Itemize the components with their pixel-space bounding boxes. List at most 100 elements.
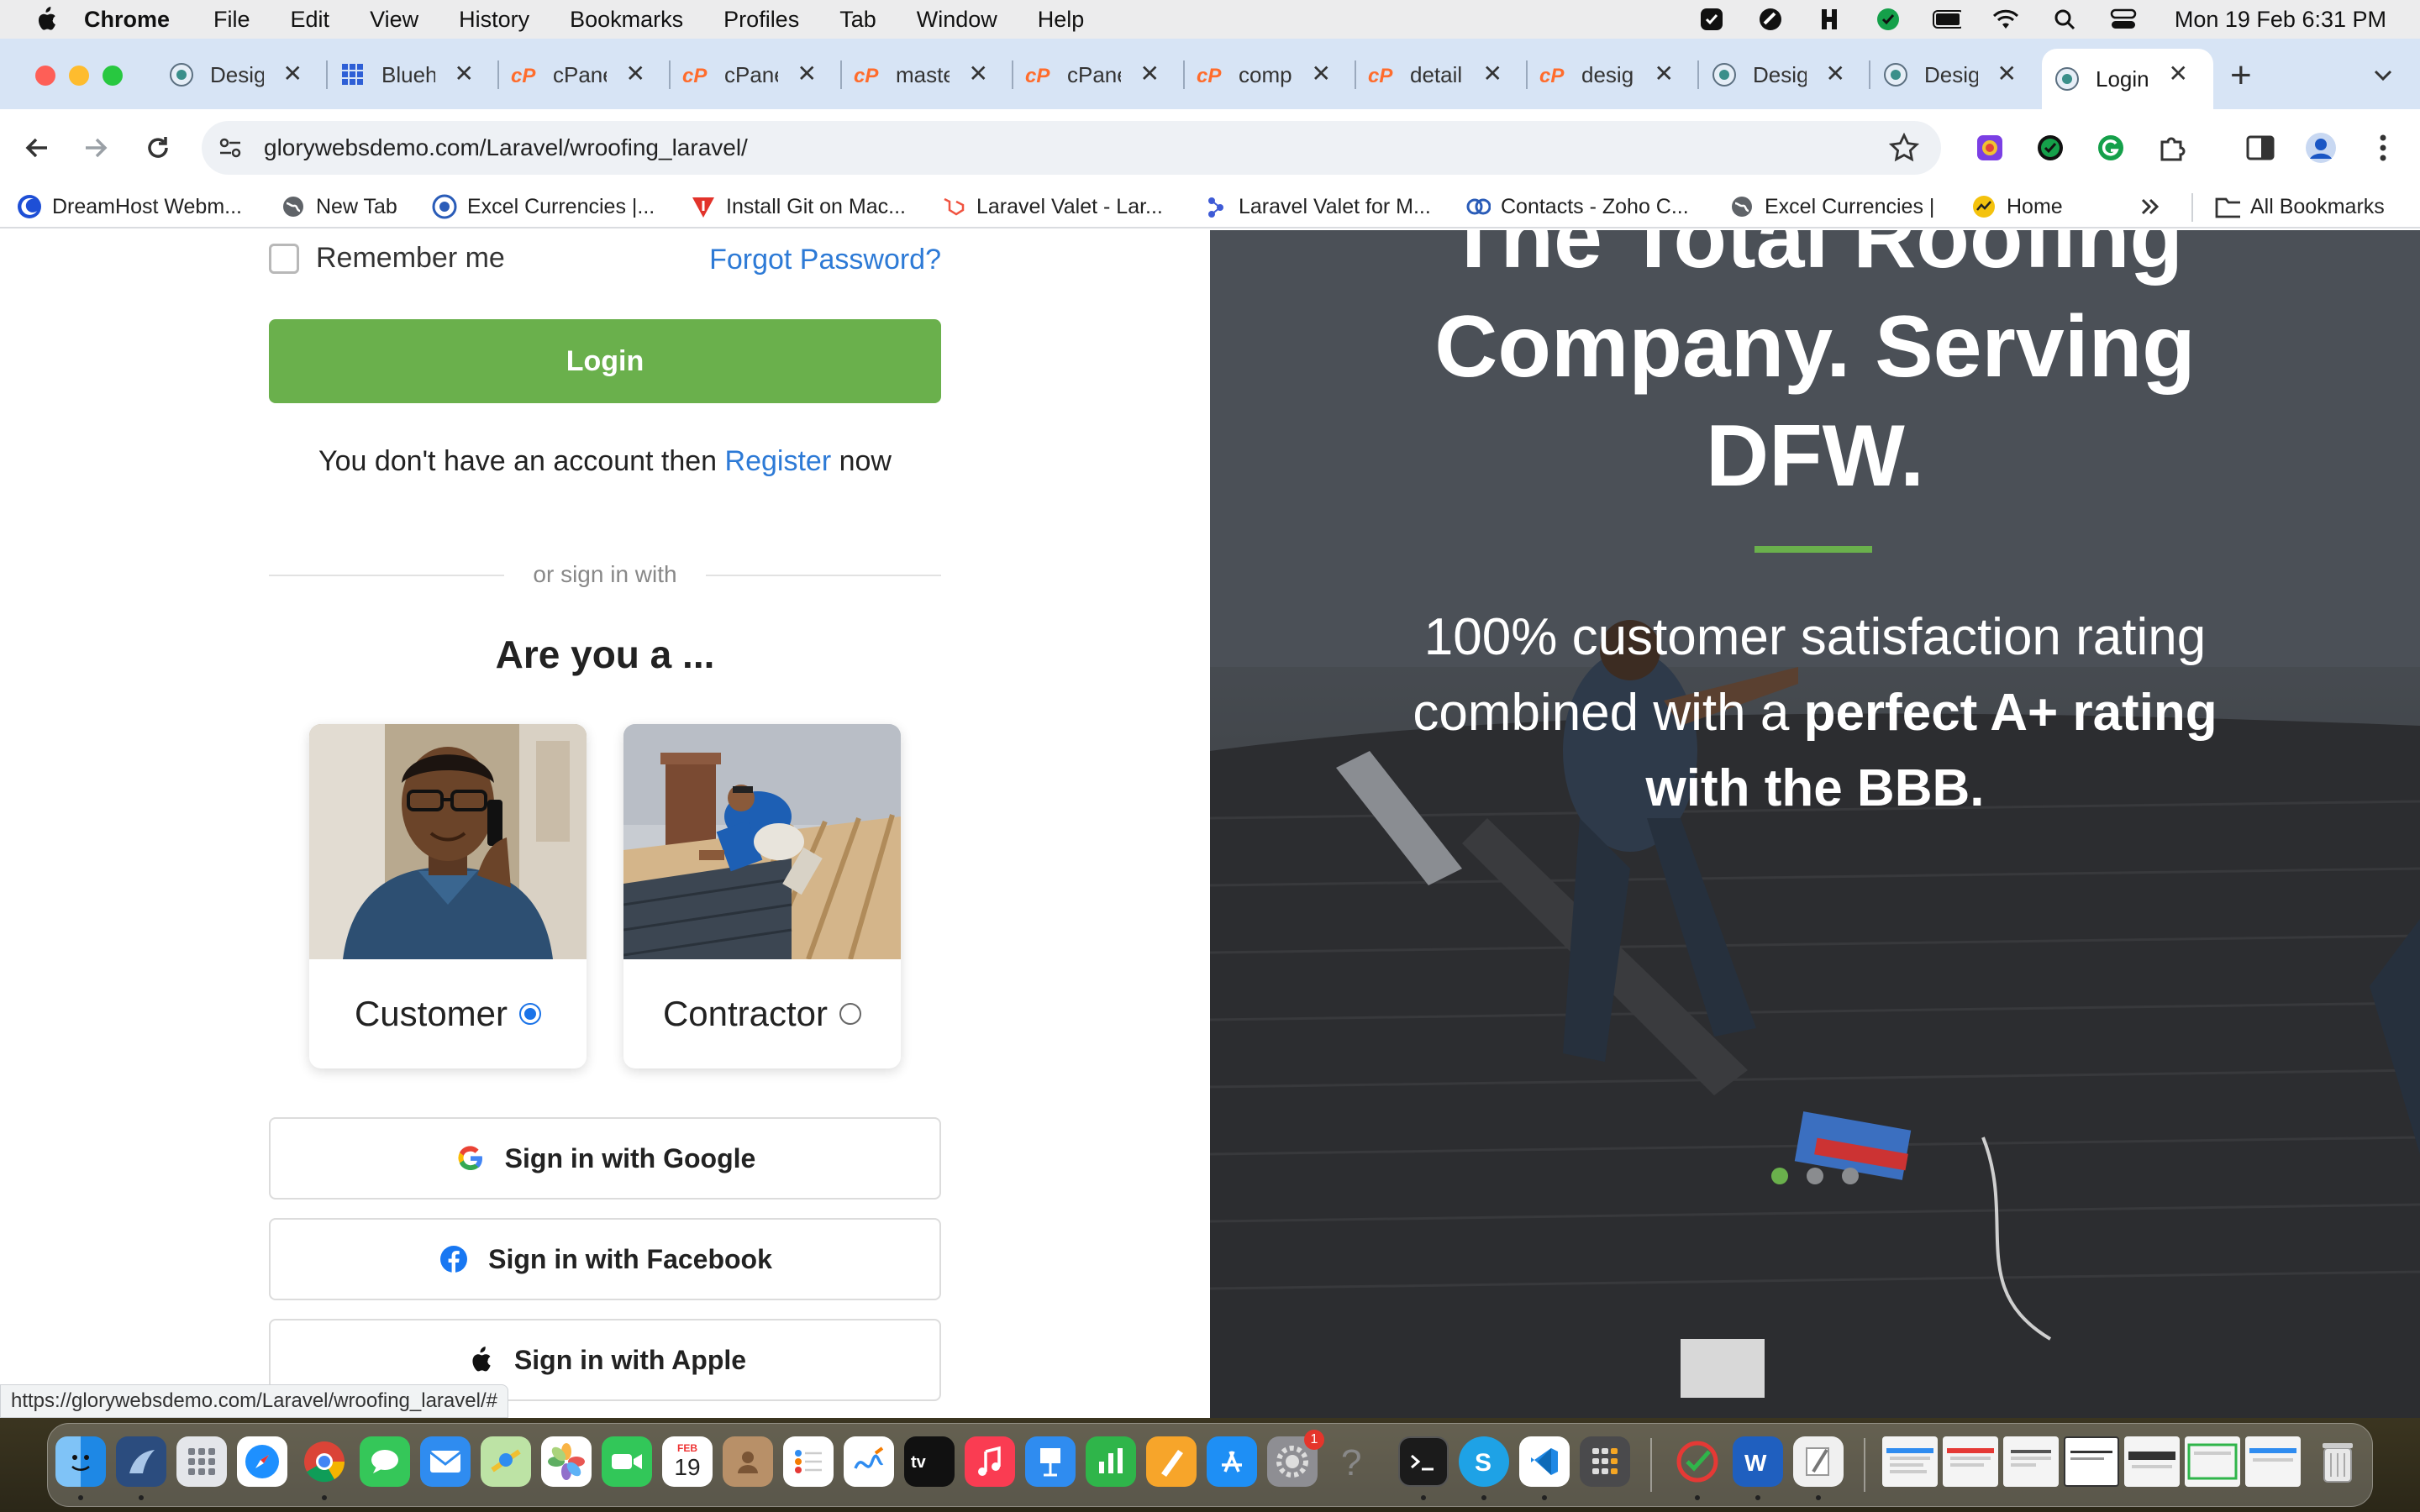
window-close-button[interactable] (35, 66, 55, 86)
menu-profiles[interactable]: Profiles (723, 7, 799, 33)
calculator-icon[interactable] (1580, 1436, 1630, 1487)
mail-icon[interactable] (420, 1436, 471, 1487)
tab-cpanel-3[interactable]: cP cPane ✕ (1013, 49, 1185, 101)
facetime-icon[interactable] (602, 1436, 652, 1487)
window-thumbnail-icon[interactable] (2003, 1436, 2059, 1487)
wifi-icon[interactable] (1991, 5, 2020, 34)
window-thumbnail-icon[interactable] (2245, 1436, 2301, 1487)
music-icon[interactable] (965, 1436, 1015, 1487)
spotlight-search-icon[interactable] (2050, 5, 2079, 34)
apple-menu-icon[interactable] (29, 3, 62, 36)
tasks-menu-icon[interactable] (1697, 5, 1726, 34)
bookmark-excel-currencies-1[interactable]: Excel Currencies |... (432, 192, 655, 222)
sign-in-facebook-button[interactable]: Sign in with Facebook (269, 1218, 941, 1300)
menu-help[interactable]: Help (1038, 7, 1085, 33)
forward-arrow-icon[interactable] (77, 129, 114, 166)
tab-cpanel-1[interactable]: cP cPane ✕ (499, 49, 671, 101)
menu-history[interactable]: History (459, 7, 529, 33)
sign-in-google-button[interactable]: Sign in with Google (269, 1117, 941, 1200)
register-link[interactable]: Register (725, 445, 832, 477)
tab-close-icon[interactable]: ✕ (1312, 60, 1331, 87)
menu-chrome[interactable]: Chrome (84, 7, 170, 33)
menu-clock[interactable]: Mon 19 Feb 6:31 PM (2175, 7, 2386, 33)
chrome-menu-icon[interactable] (2366, 131, 2400, 165)
tab-close-icon[interactable]: ✕ (969, 60, 988, 87)
tab-close-icon[interactable]: ✕ (1826, 60, 1845, 87)
bookmark-excel-currencies-2[interactable]: Excel Currencies | (1729, 192, 1934, 222)
stats-menu-icon[interactable] (1756, 5, 1785, 34)
terminal-icon[interactable] (1398, 1436, 1449, 1487)
tab-design-3[interactable]: Desig ✕ (1870, 49, 2042, 101)
bookmark-dreamhost[interactable]: DreamHost Webm... (17, 192, 242, 222)
dbeaver-icon[interactable] (116, 1436, 166, 1487)
address-bar[interactable]: glorywebsdemo.com/Laravel/wroofing_larav… (202, 121, 1941, 175)
tab-cpanel-2[interactable]: cP cPane ✕ (671, 49, 842, 101)
calendar-icon[interactable]: FEB 19 (662, 1436, 713, 1487)
bookmark-new-tab[interactable]: New Tab (281, 192, 397, 222)
tab-close-icon[interactable]: ✕ (455, 60, 474, 87)
battery-icon[interactable] (1932, 5, 1961, 34)
new-tab-button[interactable]: + (2230, 55, 2252, 96)
pages-icon[interactable] (1146, 1436, 1197, 1487)
bookmark-laravel-valet-1[interactable]: Laravel Valet - Lar... (941, 192, 1163, 222)
finder-icon[interactable] (55, 1436, 106, 1487)
site-info-icon[interactable] (217, 134, 244, 161)
menu-view[interactable]: View (370, 7, 418, 33)
reminders-icon[interactable] (783, 1436, 834, 1487)
help-icon[interactable]: ? (1328, 1436, 1378, 1487)
photos-icon[interactable] (541, 1436, 592, 1487)
window-minimize-button[interactable] (69, 66, 89, 86)
skype-icon[interactable]: S (1459, 1436, 1509, 1487)
freeform-icon[interactable] (844, 1436, 894, 1487)
extensions-puzzle-icon[interactable] (2154, 131, 2188, 165)
carousel-dot-3[interactable] (1842, 1168, 1859, 1184)
role-radio-contractor[interactable] (839, 1003, 862, 1025)
tab-close-icon[interactable]: ✕ (283, 60, 302, 87)
grammarly-extension-icon[interactable] (2094, 131, 2128, 165)
helium-menu-icon[interactable] (1815, 5, 1844, 34)
window-thumbnail-icon[interactable] (2064, 1436, 2119, 1487)
tab-close-icon[interactable]: ✕ (1483, 60, 1502, 87)
vscode-icon[interactable] (1519, 1436, 1570, 1487)
launchpad-icon[interactable] (176, 1436, 227, 1487)
menu-window[interactable]: Window (917, 7, 997, 33)
menu-bookmarks[interactable]: Bookmarks (570, 7, 683, 33)
tab-design-2[interactable]: Desig ✕ (1699, 49, 1870, 101)
bookmark-laravel-valet-2[interactable]: Laravel Valet for M... (1203, 192, 1431, 222)
app-store-icon[interactable] (1207, 1436, 1257, 1487)
messages-icon[interactable] (360, 1436, 410, 1487)
grammarly-menu-icon[interactable] (1874, 5, 1902, 34)
window-zoom-button[interactable] (103, 66, 123, 86)
side-panel-icon[interactable] (2244, 131, 2277, 165)
tab-cpanel-master[interactable]: cP maste ✕ (842, 49, 1013, 101)
role-card-customer[interactable]: Customer (309, 724, 587, 1068)
control-center-icon[interactable] (2109, 5, 2138, 34)
window-thumbnail-icon[interactable] (2185, 1436, 2240, 1487)
tab-close-icon[interactable]: ✕ (1140, 60, 1160, 87)
forgot-password-link[interactable]: Forgot Password? (709, 244, 941, 276)
back-arrow-icon[interactable] (18, 129, 55, 166)
window-thumbnail-icon[interactable] (2124, 1436, 2180, 1487)
carousel-dot-2[interactable] (1807, 1168, 1823, 1184)
tab-login[interactable]: Login ✕ (2042, 49, 2213, 109)
tab-cpanel-desig[interactable]: cP desig ✕ (1528, 49, 1699, 101)
tab-bluehost[interactable]: Blueh ✕ (328, 49, 499, 101)
tab-cpanel-detail[interactable]: cP detail ✕ (1356, 49, 1528, 101)
word-icon[interactable]: W (1733, 1436, 1783, 1487)
tab-close-icon[interactable]: ✕ (626, 60, 645, 87)
apple-tv-icon[interactable]: tv (904, 1436, 955, 1487)
tab-cpanel-comp[interactable]: cP comp ✕ (1185, 49, 1356, 101)
bookmarks-overflow-icon[interactable] (2139, 192, 2161, 222)
login-button[interactable]: Login (269, 319, 941, 403)
tab-design-1[interactable]: Desig ✕ (156, 49, 328, 101)
script-editor-icon[interactable] (1793, 1436, 1844, 1487)
tab-close-icon[interactable]: ✕ (1997, 60, 2017, 87)
menu-edit[interactable]: Edit (291, 7, 330, 33)
reload-icon[interactable] (139, 129, 176, 166)
bookmark-zoho-contacts[interactable]: Contacts - Zoho C... (1465, 192, 1689, 222)
tasks-app-icon[interactable] (1672, 1436, 1723, 1487)
remember-me[interactable]: Remember me (269, 242, 505, 275)
tab-close-icon[interactable]: ✕ (2169, 60, 2188, 87)
remember-me-checkbox[interactable] (269, 243, 299, 274)
trash-icon[interactable] (2312, 1436, 2363, 1487)
